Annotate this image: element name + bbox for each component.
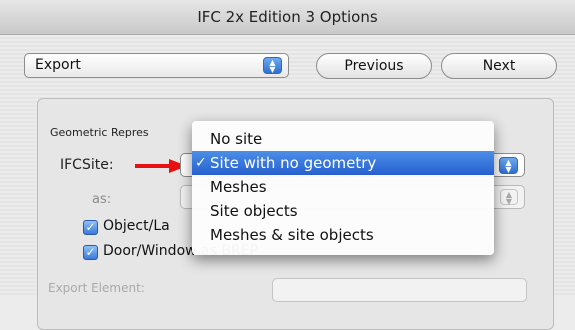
popup-arrows-icon: ▲ ▼ (499, 157, 518, 174)
as-label: as: (92, 192, 112, 207)
next-label: Next (482, 58, 516, 74)
previous-label: Previous (344, 58, 404, 74)
object-layer-checkbox[interactable]: ✓ (83, 220, 98, 235)
export-element-label: Export Element: (48, 281, 145, 295)
window-title: IFC 2x Edition 3 Options (197, 8, 378, 26)
menu-item-label: Site objects (210, 202, 298, 220)
export-popup-value: Export (35, 57, 81, 73)
previous-button[interactable]: Previous (316, 53, 432, 79)
menu-item-site-objects[interactable]: Site objects (192, 199, 494, 223)
menu-item-no-site[interactable]: No site (192, 127, 494, 151)
checkmark-icon: ✓ (85, 220, 96, 234)
menu-item-label: Meshes & site objects (210, 226, 374, 244)
popup-arrows-icon: ▲ ▼ (263, 57, 282, 74)
object-layer-label: Object/La (103, 218, 170, 234)
ifcsite-dropdown-menu: No site ✓ Site with no geometry Meshes S… (192, 121, 494, 255)
export-popup[interactable]: Export ▲ ▼ (24, 53, 289, 78)
checkmark-icon: ✓ (85, 245, 96, 259)
next-button[interactable]: Next (441, 53, 557, 79)
checkmark-icon: ✓ (195, 155, 207, 171)
window-titlebar: IFC 2x Edition 3 Options (0, 0, 575, 35)
export-element-popup[interactable] (272, 278, 527, 302)
menu-item-label: Meshes (210, 178, 267, 196)
menu-item-site-with-no-geometry[interactable]: ✓ Site with no geometry (192, 151, 494, 175)
group-title: Geometric Repres (50, 126, 149, 139)
popup-arrows-icon: ▲ ▼ (500, 189, 518, 206)
door-window-brep-checkbox[interactable]: ✓ (83, 245, 98, 260)
menu-item-label: No site (210, 130, 263, 148)
menu-item-meshes[interactable]: Meshes (192, 175, 494, 199)
ifcsite-label: IFCSite: (60, 157, 114, 173)
menu-item-label: Site with no geometry (210, 154, 377, 172)
menu-item-meshes-and-site-objects[interactable]: Meshes & site objects (192, 223, 494, 247)
